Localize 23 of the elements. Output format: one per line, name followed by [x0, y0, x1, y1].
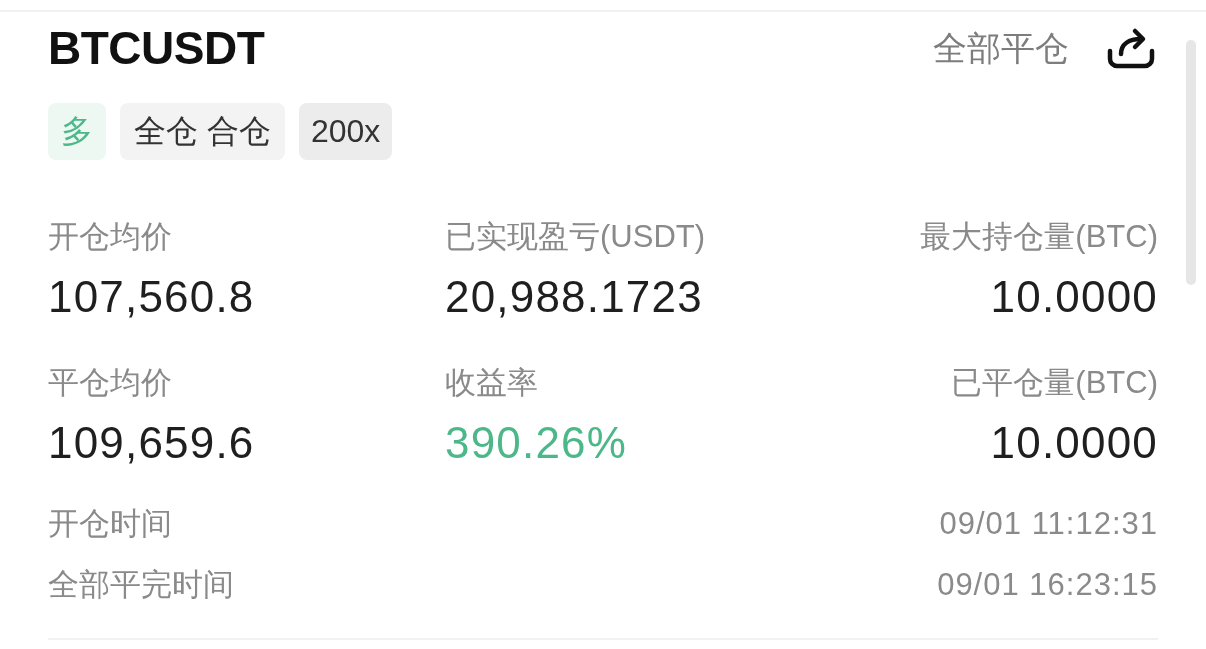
stat-label: 最大持仓量(BTC) [920, 218, 1158, 256]
time-label: 全部平完时间 [48, 566, 234, 604]
time-value: 09/01 16:23:15 [937, 566, 1158, 604]
stat-label: 收益率 [445, 364, 538, 402]
stat-label: 已平仓量(BTC) [951, 364, 1158, 402]
stat-value: 107,560.8 [48, 271, 255, 323]
share-icon[interactable] [1107, 27, 1155, 69]
time-value: 09/01 11:12:31 [939, 505, 1158, 543]
scrollbar[interactable] [1186, 40, 1196, 285]
stat-value: 20,988.1723 [445, 271, 703, 323]
close-all-button[interactable]: 全部平仓 [933, 28, 1069, 68]
stat-value: 109,659.6 [48, 417, 255, 469]
stat-label: 已实现盈亏(USDT) [445, 218, 706, 256]
margin-mode-tag: 全仓 合仓 [120, 103, 285, 160]
side-tag: 多 [48, 103, 106, 160]
stat-value: 10.0000 [990, 271, 1158, 323]
stat-value: 10.0000 [990, 417, 1158, 469]
stat-label: 开仓均价 [48, 218, 172, 256]
time-label: 开仓时间 [48, 505, 172, 543]
symbol-title: BTCUSDT [48, 21, 265, 76]
stat-label: 平仓均价 [48, 364, 172, 402]
stat-value: 390.26% [445, 417, 628, 469]
leverage-tag: 200x [298, 103, 393, 160]
